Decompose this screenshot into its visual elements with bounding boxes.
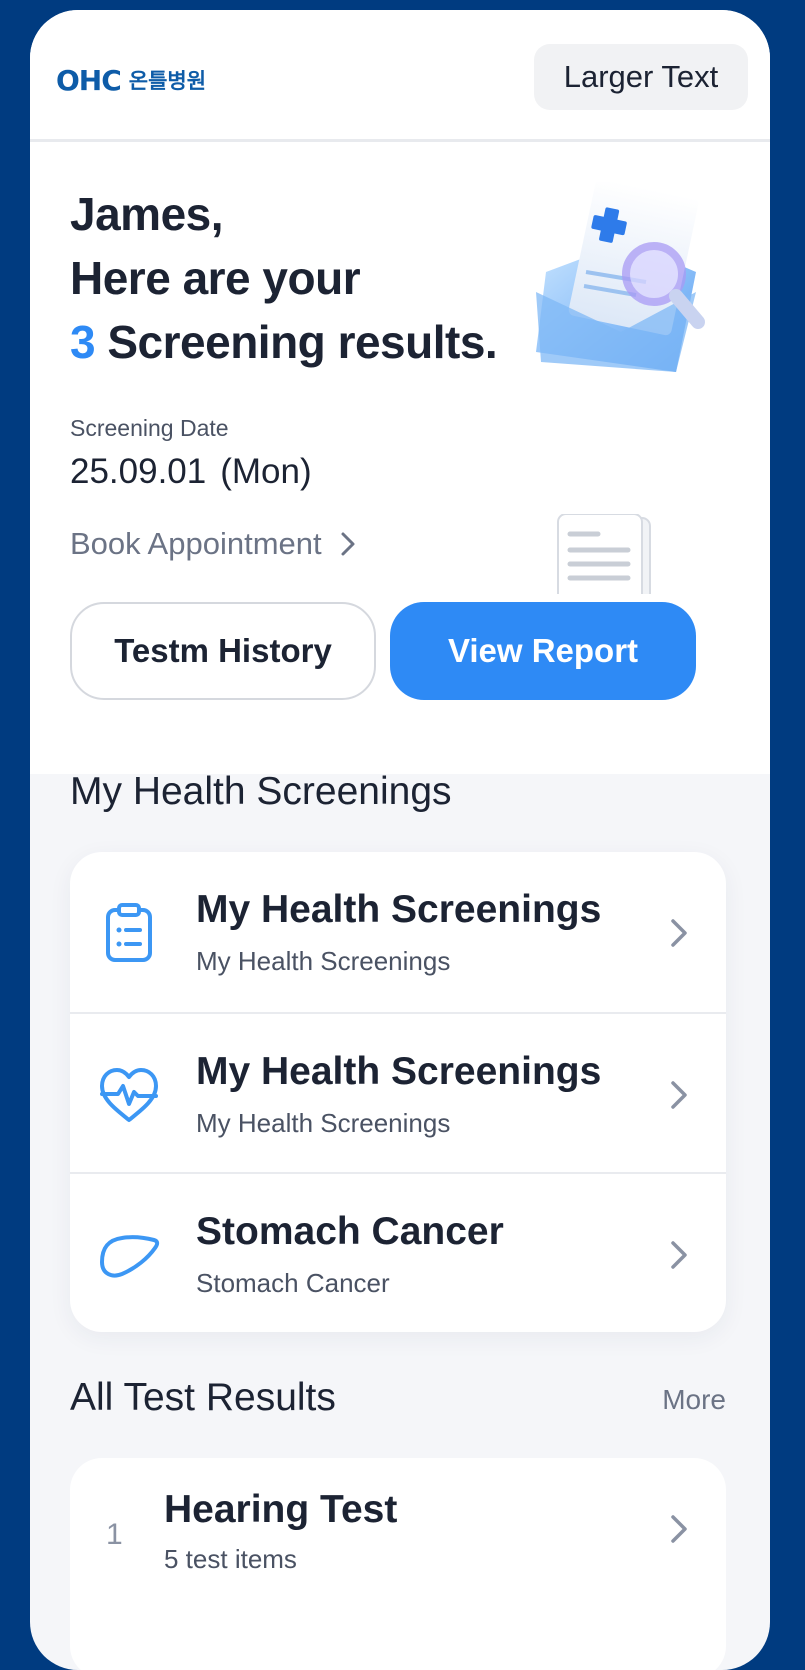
test-results-section-title: All Test Results: [70, 1376, 336, 1419]
app-screen: OHC 온틀병원 Larger Text James, Here are you…: [30, 10, 770, 1670]
chevron-right-icon: [671, 1241, 687, 1269]
greeting-name: James,: [70, 188, 224, 240]
envelope-report-illustration-icon: [536, 182, 705, 372]
screening-day: (Mon): [220, 452, 312, 491]
test-result-index: 1: [106, 1518, 123, 1551]
larger-text-button[interactable]: Larger Text: [534, 44, 748, 110]
test-result-subtitle: 5 test items: [164, 1544, 297, 1574]
test-result-item[interactable]: 1 Hearing Test 5 test items: [70, 1458, 726, 1670]
test-history-button[interactable]: Testm History: [70, 602, 376, 700]
screening-date: 25.09.01: [70, 452, 207, 491]
screening-item-2[interactable]: My Health Screenings My Health Screening…: [70, 1012, 726, 1172]
greeting-result-line: 3 Screening results.: [70, 310, 498, 374]
greeting-heading: James, Here are your 3 Screening results…: [70, 182, 498, 374]
chevron-right-icon: [671, 1081, 687, 1109]
result-count: 3: [70, 316, 96, 368]
results-summary: James, Here are your 3 Screening results…: [30, 142, 770, 774]
screening-item-1[interactable]: My Health Screenings My Health Screening…: [70, 852, 726, 1012]
document-icon: [557, 514, 651, 594]
more-results-link[interactable]: More: [662, 1384, 726, 1416]
chevron-right-icon: [341, 532, 355, 556]
test-result-title: Hearing Test: [164, 1488, 398, 1531]
screening-item-subtitle: My Health Screenings: [196, 1108, 451, 1138]
greeting-result-text: Screening results.: [95, 316, 498, 368]
screening-item-title: Stomach Cancer: [196, 1210, 504, 1253]
book-appointment-label: Book Appointment: [70, 526, 322, 561]
screening-item-title: My Health Screenings: [196, 888, 602, 931]
chevron-right-icon: [671, 919, 687, 947]
hospital-logo[interactable]: OHC 온틀병원: [56, 60, 206, 100]
clipboard-icon: [106, 903, 152, 962]
logo-mark: OHC: [56, 63, 122, 97]
screening-item-3[interactable]: Stomach Cancer Stomach Cancer: [70, 1172, 726, 1332]
logo-korean-text: 온틀병원: [128, 69, 207, 93]
screening-item-subtitle: Stomach Cancer: [196, 1268, 390, 1298]
liver-icon: [100, 1235, 160, 1278]
screening-date-value: 25.09.01 (Mon): [70, 452, 312, 492]
screening-date-label: Screening Date: [70, 415, 229, 441]
top-header: OHC 온틀병원 Larger Text: [30, 10, 770, 142]
screening-item-subtitle: My Health Screenings: [196, 946, 451, 976]
view-report-button[interactable]: View Report: [390, 602, 696, 700]
chevron-right-icon: [671, 1515, 687, 1543]
greeting-line: Here are your: [70, 252, 361, 304]
heart-pulse-icon: [100, 1068, 158, 1122]
screenings-section-title: My Health Screenings: [70, 770, 452, 813]
book-appointment-link[interactable]: Book Appointment: [70, 526, 356, 562]
screening-item-title: My Health Screenings: [196, 1050, 602, 1093]
screenings-list: My Health Screenings My Health Screening…: [70, 852, 726, 1332]
